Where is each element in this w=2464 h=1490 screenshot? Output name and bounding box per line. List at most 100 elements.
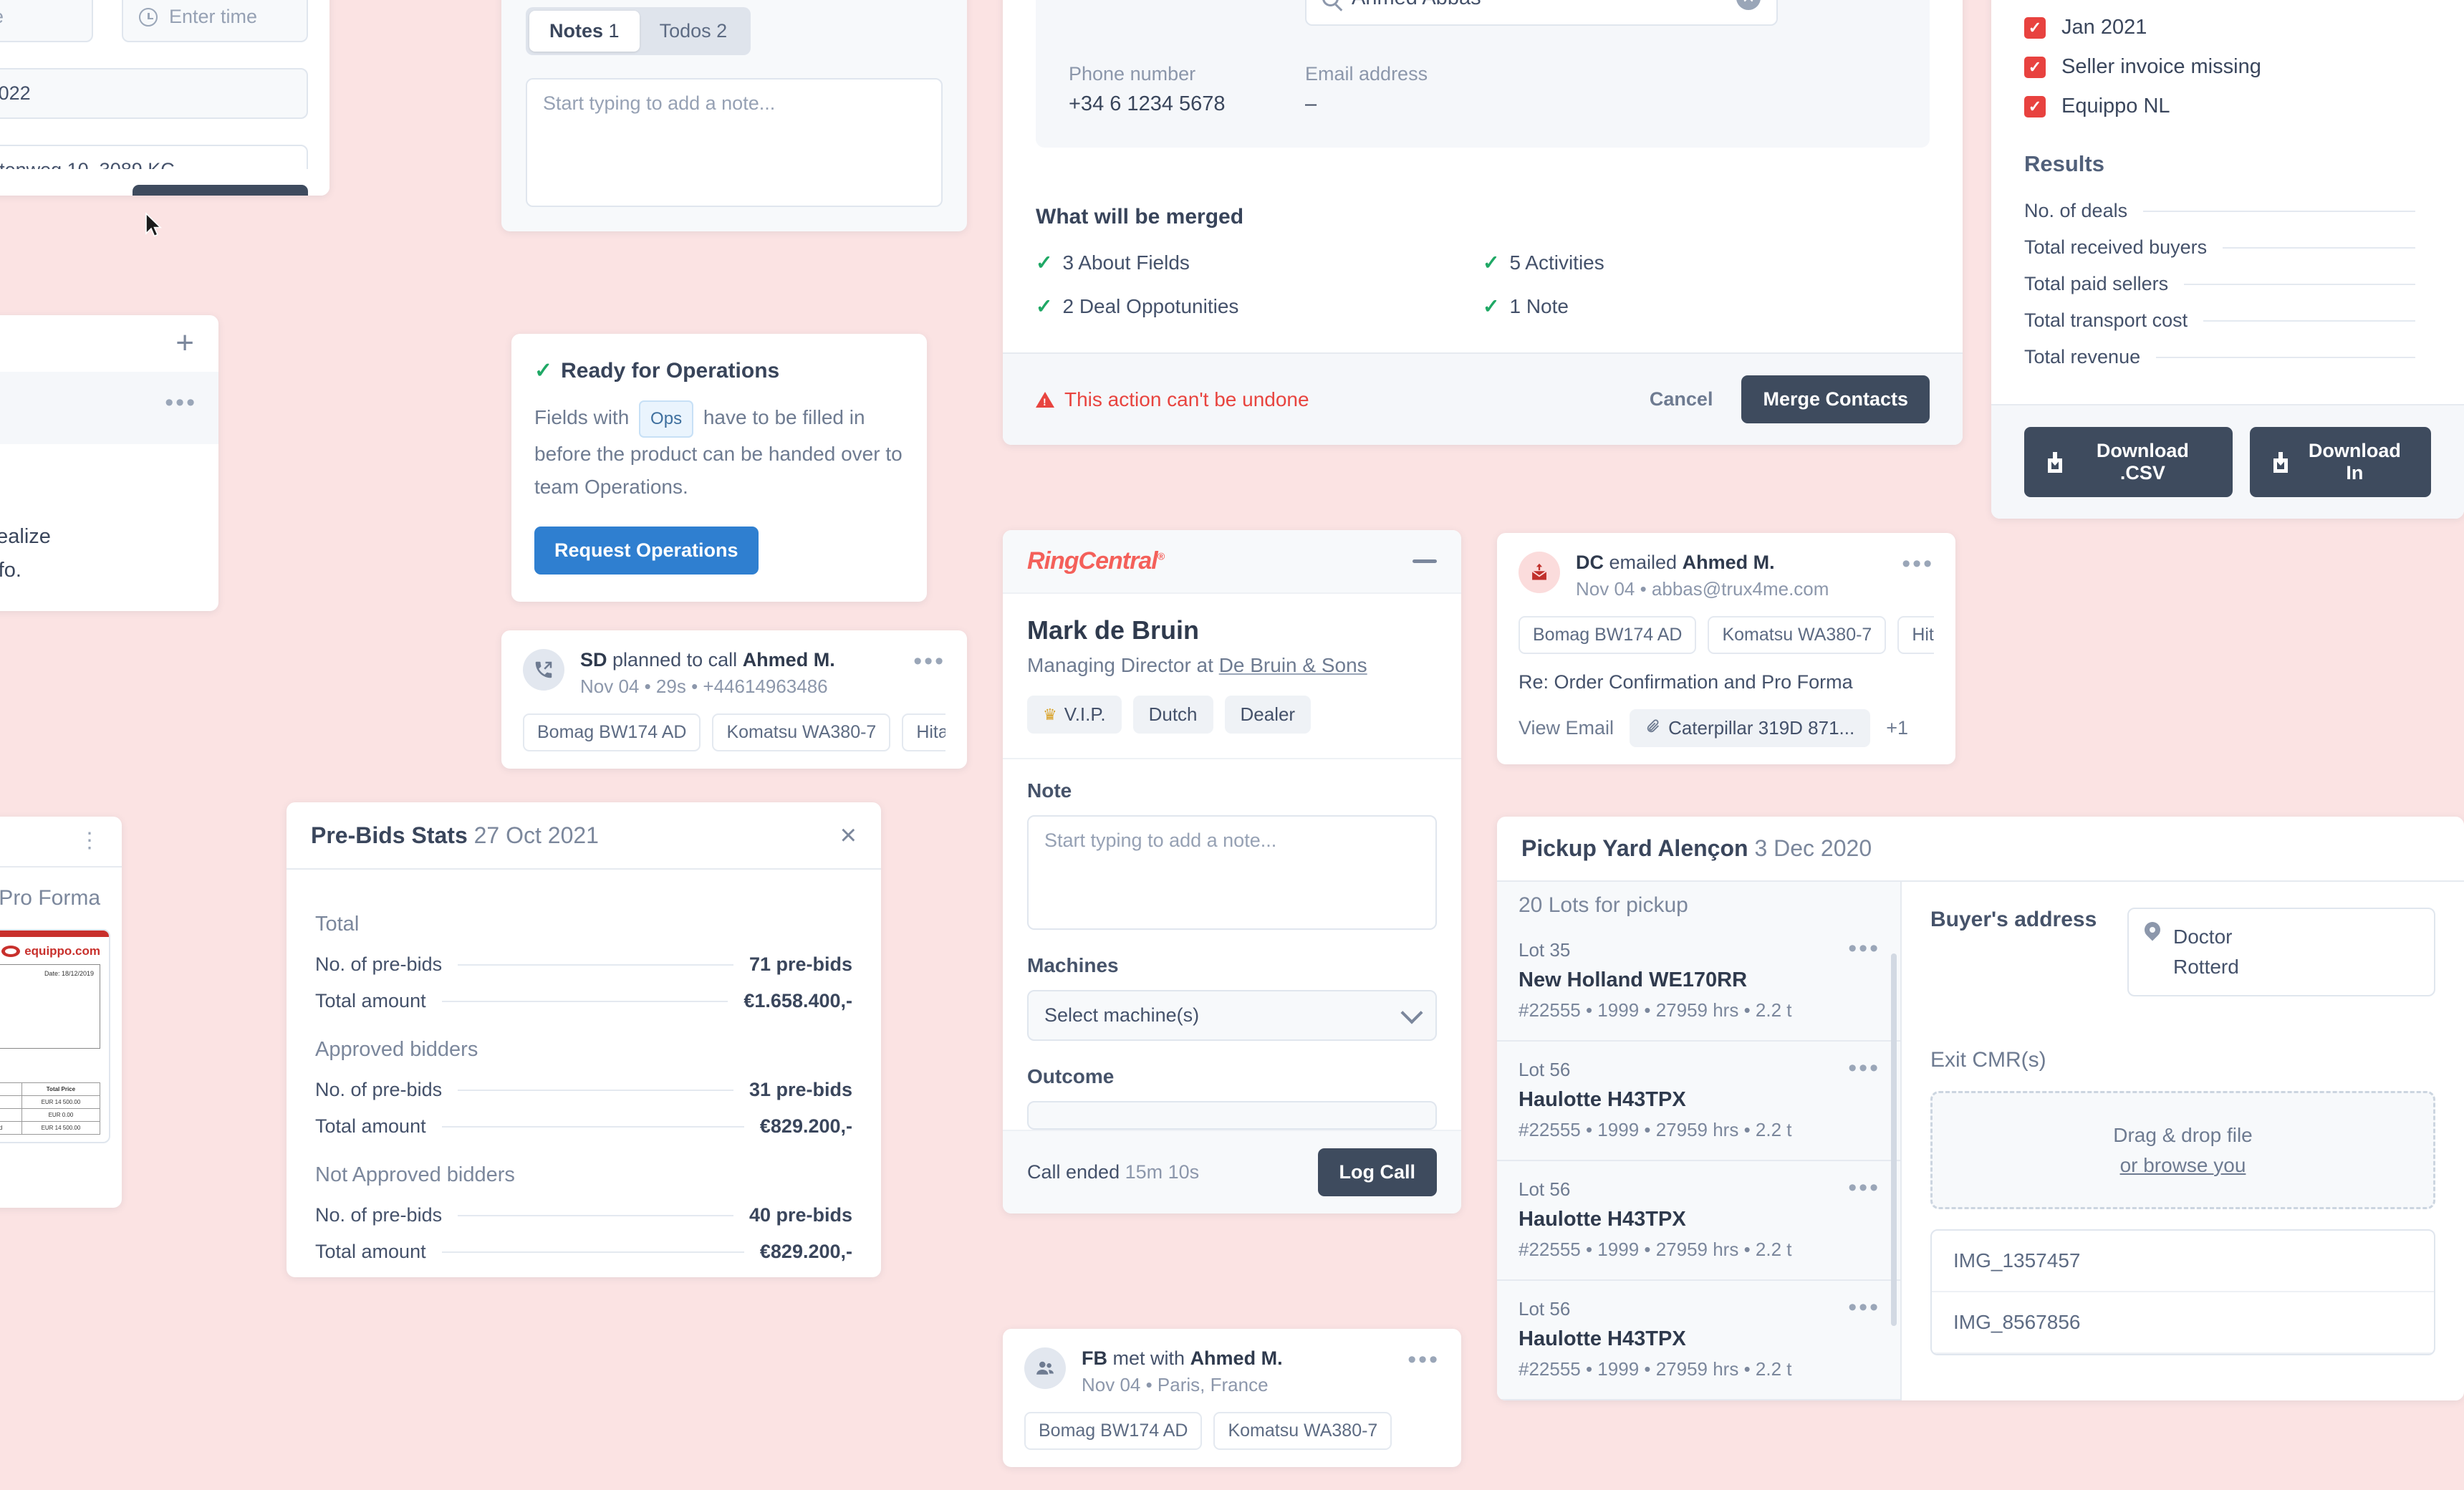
doc-account-name: Account Name: UAB "RADSTA" [0, 979, 94, 988]
email-attachment[interactable]: Caterpillar 319D 871... [1630, 709, 1871, 747]
meeting-activity-overflow-icon[interactable]: ••• [1407, 1347, 1440, 1372]
merge-contacts-button[interactable]: Merge Contacts [1741, 375, 1930, 423]
machine-chip[interactable]: Komatsu WA380-7 [1708, 616, 1887, 654]
pro-forma-document-preview[interactable]: ands equippo.com Number: PR1453 Date: 18… [0, 928, 110, 1143]
machines-select[interactable]: Select machine(s) [1027, 990, 1437, 1041]
pre-bids-stats-card: Pre-Bids Stats 27 Oct 2021 × Total No. o… [287, 802, 881, 1277]
call-activity-overflow-icon[interactable]: ••• [913, 649, 945, 673]
save-changes-button[interactable]: Save Changes [133, 185, 308, 196]
machine-chip[interactable]: Hitac [1897, 616, 1934, 654]
download-csv-button[interactable]: Download .CSV [2024, 427, 2233, 497]
lot-overflow-icon[interactable]: ••• [1848, 1056, 1880, 1080]
role-tag[interactable]: Dealer [1224, 696, 1312, 734]
filter-row[interactable]: ✓ Seller invoice missing [2024, 55, 2431, 79]
machine-chip[interactable]: Komatsu WA380-7 [712, 713, 891, 751]
lot-overflow-icon[interactable]: ••• [1848, 1295, 1880, 1320]
file-row[interactable]: IMG_8567856 [1932, 1292, 2434, 1354]
ready-for-operations-card: ✓ Ready for Operations Fields with Ops h… [511, 334, 927, 602]
note-list-item-text: They bought a pallet, I didn't realize e… [0, 525, 51, 582]
doc-your-vat: Your VAT Nr: LT100006316415 [0, 988, 94, 997]
note-section-label: Note [1027, 779, 1072, 802]
language-tag[interactable]: Dutch [1132, 696, 1213, 734]
vip-tag[interactable]: ♛ V.I.P. [1027, 696, 1122, 734]
file-dropzone[interactable]: Drag & drop file or browse you [1930, 1091, 2435, 1209]
filter-checkbox[interactable]: ✓ [2024, 95, 2046, 117]
mouse-cursor [145, 212, 162, 237]
results-title: Results [2024, 151, 2104, 176]
uploaded-file-list: IMG_1357457 IMG_8567856 [1930, 1229, 2435, 1355]
filter-row[interactable]: ✓ Equippo NL [2024, 95, 2431, 118]
contact-company-link[interactable]: De Bruin & Sons [1219, 654, 1367, 676]
view-email-link[interactable]: View Email [1519, 717, 1614, 739]
call-duration: 15m 10s [1125, 1161, 1200, 1183]
lot-list-scrollbar[interactable] [1891, 953, 1897, 1326]
attachment-more-count[interactable]: +1 [1886, 717, 1908, 739]
result-label: Total received buyers [2024, 236, 2208, 258]
buyer-address-value[interactable]: Doctor Rotterd [2127, 908, 2435, 996]
lot-overflow-icon[interactable]: ••• [1848, 1176, 1880, 1200]
lot-item[interactable]: Lot 56 Haulotte H43TPX #22555 • 1999 • 2… [1497, 1281, 1900, 1400]
log-call-button[interactable]: Log Call [1317, 1148, 1437, 1196]
note-textarea[interactable]: Start typing to add a note... [526, 78, 943, 207]
what-will-be-merged-title: What will be merged [1036, 205, 1244, 229]
pickup-yard-title-row: Pickup Yard Alençon 3 Dec 2020 [1521, 835, 1872, 862]
tab-notes[interactable]: Notes 1 [529, 11, 640, 52]
note-list-item[interactable]: They bought a pallet, I didn't realize e… [0, 444, 218, 611]
dropzone-line1: Drag & drop file [2113, 1123, 2253, 1146]
machine-chip[interactable]: Bomag BW174 AD [523, 713, 701, 751]
close-icon[interactable]: × [840, 821, 857, 850]
contact-name: Mark de Bruin [1027, 615, 1200, 645]
email-activity-target: Ahmed M. [1682, 552, 1775, 573]
call-status: Call ended 15m 10s [1027, 1161, 1199, 1183]
edit-pro-forma-button[interactable]: Edit [0, 1143, 122, 1208]
merge-cancel-button[interactable]: Cancel [1632, 375, 1731, 423]
lot-meta: #22555 • 1999 • 27959 hrs • 2.2 t [1519, 1358, 1792, 1380]
add-note-icon[interactable]: + [175, 327, 194, 359]
file-row[interactable]: IMG_1357457 [1932, 1231, 2434, 1292]
minimize-icon[interactable] [1413, 559, 1437, 563]
contact-role-prefix: Managing Director at [1027, 654, 1213, 676]
doc-our-contact: Our Contact: Michael Rohmeder [0, 1016, 94, 1025]
add-pro-forma-button[interactable]: + Add Pro Forma [0, 867, 122, 929]
machine-chip[interactable]: Komatsu WA380-7 [1213, 1412, 1392, 1450]
doc-vat-label: VAT (0.0 %) [0, 1107, 22, 1122]
download-invoice-button[interactable]: Download In [2249, 427, 2431, 497]
filter-row[interactable]: ✓ Jan 2021 [2024, 16, 2431, 39]
outcome-select[interactable] [1027, 1101, 1437, 1130]
request-operations-button[interactable]: Request Operations [534, 526, 759, 575]
filter-checkbox[interactable]: ✓ [2024, 56, 2046, 78]
filter-label: Seller invoice missing [2061, 55, 2261, 78]
date-picker-input[interactable]: Pick date [0, 0, 93, 42]
pro-forma-overflow-icon[interactable]: ⋮ [79, 830, 100, 851]
time-input[interactable]: Enter time [122, 0, 308, 42]
lot-item[interactable]: Lot 56 Haulotte H43TPX #22555 • 1999 • 2… [1497, 1161, 1900, 1281]
meeting-activity-chips: Bomag BW174 AD Komatsu WA380-7 [1024, 1412, 1440, 1450]
clear-search-icon[interactable]: ✕ [1736, 0, 1761, 10]
machine-chip[interactable]: Hitac [902, 713, 945, 751]
tab-todos[interactable]: Todos 2 [640, 11, 748, 52]
email-activity-overflow-icon[interactable]: ••• [1902, 552, 1934, 576]
stat-value: €1.658.400,- [743, 990, 852, 1011]
note-list-item[interactable]: o refund him the deposit. ••• [0, 371, 218, 444]
lot-item[interactable]: Lot 56 Haulotte H43TPX #22555 • 1999 • 2… [1497, 1042, 1900, 1161]
date-value-input[interactable]: 16 Jun 2022 [0, 68, 308, 119]
merge-contact-search[interactable]: Ahmed Abbas ✕ [1305, 0, 1778, 26]
equippo-logo: equippo.com [1, 944, 100, 958]
call-note-textarea[interactable]: Start typing to add a note... [1027, 815, 1437, 930]
download-csv-label: Download .CSV [2096, 440, 2189, 484]
email-activity-headline: DC emailed Ahmed M. [1576, 552, 1886, 574]
note-overflow-icon[interactable]: ••• [165, 390, 197, 415]
tab-notes-label: Notes [549, 20, 604, 42]
dropzone-browse-link[interactable]: or browse you [2120, 1154, 2246, 1177]
lot-item[interactable]: Lot 35 New Holland WE170RR #22555 • 1999… [1497, 922, 1900, 1042]
screenshot-stage: Pick date Enter time 16 Jun 2022 Bunscho… [0, 0, 2464, 1490]
cancel-button[interactable]: Cancel [28, 185, 126, 196]
check-icon: ✓ [1036, 295, 1053, 317]
merge-into-panel: Merge into Ahmed Abbas ✕ Phone number +3… [1036, 0, 1930, 148]
filter-checkbox[interactable]: ✓ [2024, 16, 2046, 39]
outcome-section-label: Outcome [1027, 1065, 1115, 1087]
ops-card-description: Fields with Ops have to be filled in bef… [534, 400, 904, 504]
machine-chip[interactable]: Bomag BW174 AD [1024, 1412, 1203, 1450]
machine-chip[interactable]: Bomag BW174 AD [1519, 616, 1697, 654]
lot-overflow-icon[interactable]: ••• [1848, 936, 1880, 961]
